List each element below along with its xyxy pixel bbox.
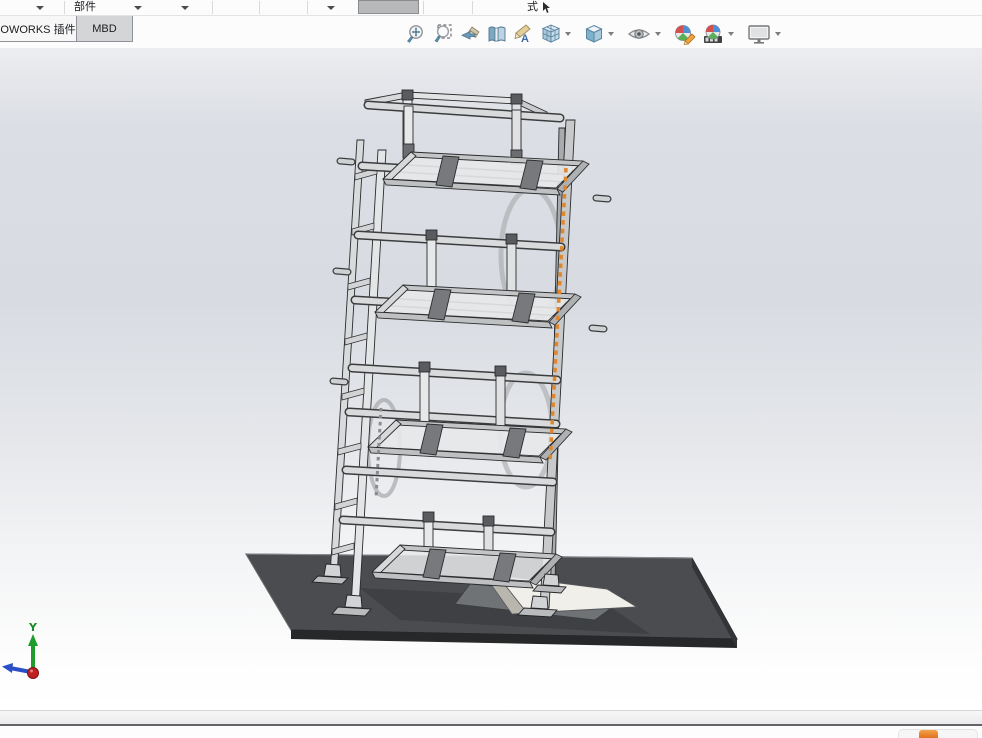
previous-view-button[interactable] — [456, 21, 484, 47]
command-manager-row: 部件 式 — [0, 0, 982, 16]
toolbar-separator — [64, 1, 65, 14]
toolbar-separator — [212, 1, 213, 14]
toolbar-separator — [259, 1, 260, 14]
solidworks-window: 部件 式 OWORKS 插件 MBD A Y — [0, 0, 982, 738]
tab-label: MBD — [92, 22, 117, 35]
zoom-to-fit-icon — [407, 25, 423, 43]
chevron-down-icon[interactable] — [36, 6, 44, 10]
view-settings-button[interactable] — [744, 21, 774, 47]
windows-taskbar[interactable] — [0, 726, 982, 738]
section-view-button[interactable] — [484, 21, 510, 47]
toolbar-separator — [472, 1, 473, 14]
y-axis-label: Y — [28, 621, 38, 634]
annotation-view-button[interactable]: A — [510, 21, 538, 47]
graphics-area[interactable]: Y — [0, 48, 982, 710]
annotation-view-icon: A — [514, 24, 531, 45]
tab-label: OWORKS 插件 — [0, 23, 76, 36]
svg-text:A: A — [521, 33, 529, 45]
section-view-icon — [488, 26, 506, 42]
toolbar-separator — [423, 1, 424, 14]
chevron-down-icon[interactable] — [775, 32, 781, 36]
text-cursor-icon — [541, 1, 551, 19]
z-axis — [27, 667, 39, 679]
orientation-triad: Y — [2, 621, 39, 679]
edit-appearance-icon — [675, 25, 696, 45]
chevron-down-icon[interactable] — [608, 32, 614, 36]
taskbar-panel — [898, 729, 978, 738]
zoom-to-area-icon — [434, 24, 452, 43]
monitor-icon — [748, 25, 770, 44]
zoom-to-fit-button[interactable] — [402, 21, 428, 47]
chevron-down-icon[interactable] — [181, 6, 189, 10]
display-style-icon — [585, 24, 603, 43]
apply-scene-icon — [704, 24, 722, 43]
tab-solidworks-addins[interactable]: OWORKS 插件 — [0, 16, 77, 42]
orange-app-icon[interactable] — [919, 730, 938, 738]
cad-model[interactable] — [0, 48, 982, 710]
chevron-down-icon[interactable] — [565, 32, 571, 36]
status-bar — [0, 710, 982, 724]
tab-mbd[interactable]: MBD — [77, 16, 133, 42]
display-style-button[interactable] — [581, 21, 607, 47]
top-chrome: 部件 式 OWORKS 插件 MBD A — [0, 0, 982, 48]
view-orientation-icon — [541, 24, 561, 43]
chevron-down-icon[interactable] — [134, 6, 142, 10]
edit-appearance-button[interactable] — [671, 21, 699, 47]
chevron-down-icon[interactable] — [728, 32, 734, 36]
chevron-down-icon[interactable] — [327, 6, 335, 10]
active-tool-button[interactable] — [358, 0, 419, 14]
toolbar-separator — [307, 1, 308, 14]
command-label-style[interactable]: 式 — [527, 1, 538, 14]
previous-view-icon — [461, 26, 480, 40]
command-label-component[interactable]: 部件 — [74, 1, 96, 14]
apply-scene-button[interactable] — [699, 21, 727, 47]
hide-show-items-button[interactable] — [624, 21, 654, 47]
commandmanager-tabs: OWORKS 插件 MBD — [0, 16, 133, 42]
eye-icon — [627, 29, 651, 39]
view-orientation-button[interactable] — [538, 21, 564, 47]
zoom-to-area-button[interactable] — [428, 21, 456, 47]
chevron-down-icon[interactable] — [655, 32, 661, 36]
headsup-view-toolbar: A — [402, 21, 785, 47]
